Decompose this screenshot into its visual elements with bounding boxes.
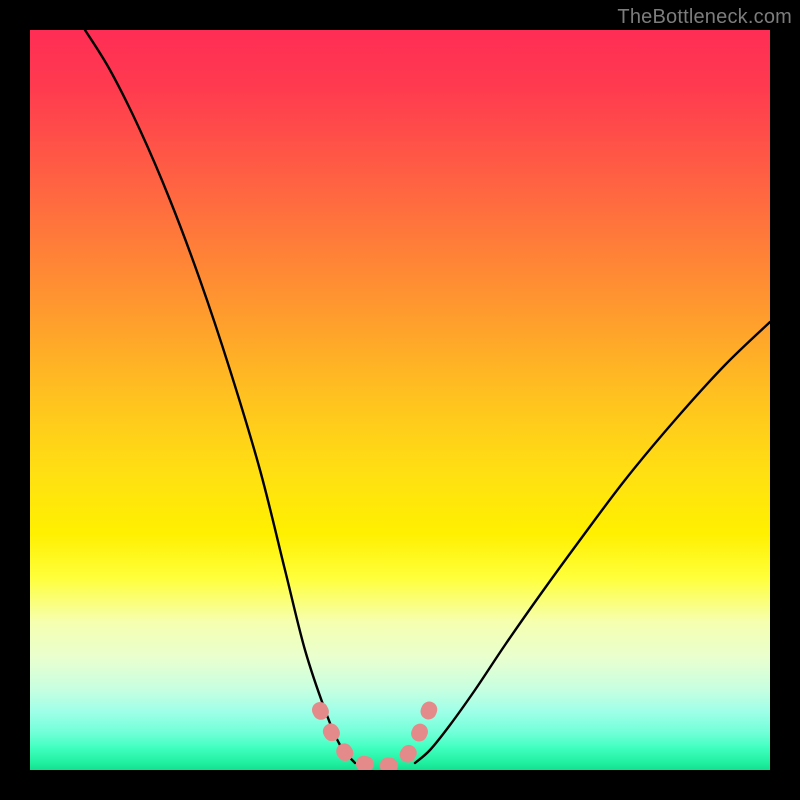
- chart-frame: TheBottleneck.com: [0, 0, 800, 800]
- curve-left: [85, 30, 355, 763]
- curve-svg: [30, 30, 770, 770]
- pink-dots: [320, 695, 435, 766]
- watermark-label: TheBottleneck.com: [617, 6, 792, 29]
- plot-area: [30, 30, 770, 770]
- curve-right: [415, 322, 770, 763]
